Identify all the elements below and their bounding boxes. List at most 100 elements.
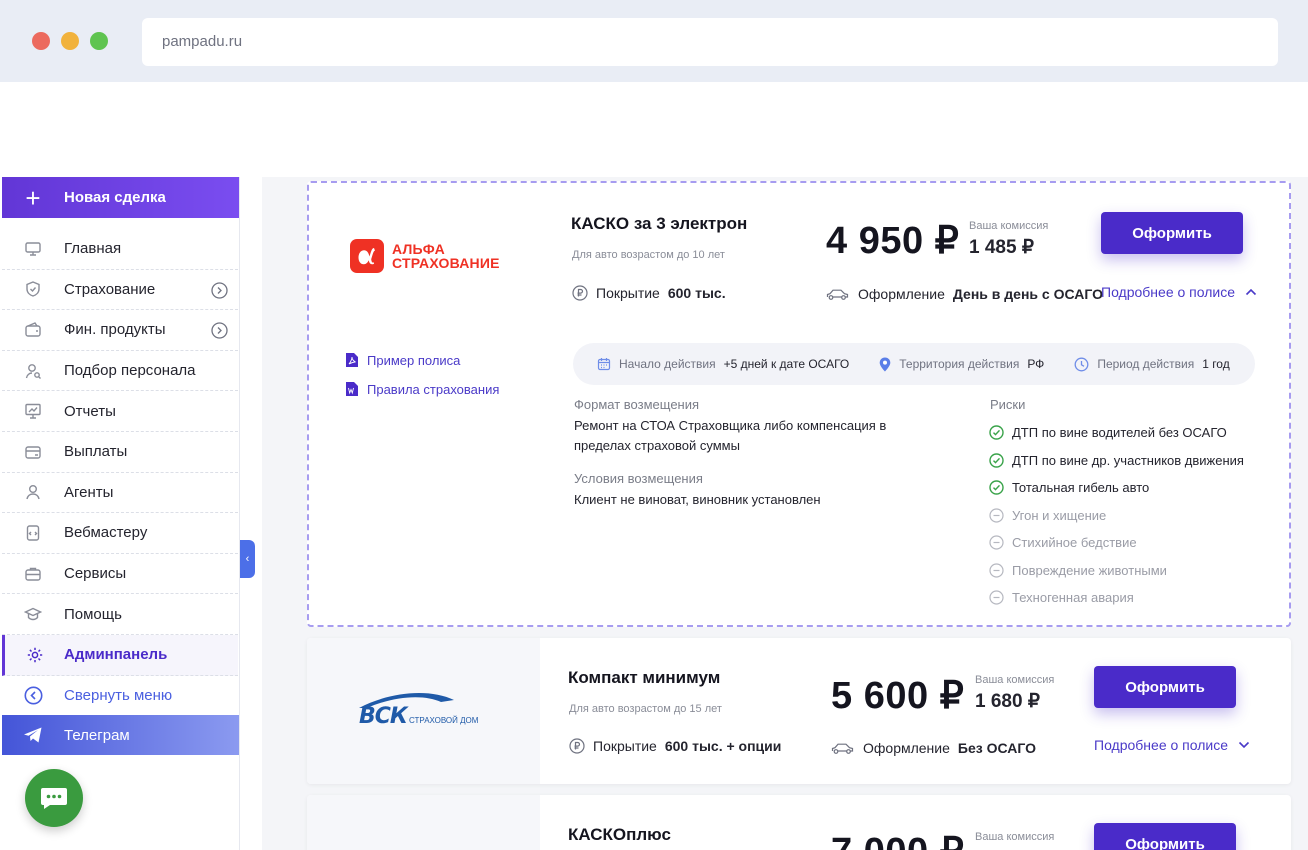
refund-conditions-label: Условия возмещения: [574, 471, 703, 486]
sidebar-item-fin-products[interactable]: Фин. продукты: [2, 310, 238, 351]
info-period: Период действия 1 год: [1074, 357, 1230, 372]
offer-title: КАСКОплюс: [568, 825, 671, 844]
doc-word-icon: [346, 382, 358, 396]
risk-item: Повреждение животными: [989, 563, 1167, 578]
sidebar-item-agents[interactable]: Агенты: [2, 473, 238, 514]
sidebar-item-label: Фин. продукты: [64, 321, 166, 339]
info-start-label: Начало действия: [619, 357, 716, 371]
main-content: АЛЬФА СТРАХОВАНИЕ КАСКО за 3 электрон Дл…: [262, 177, 1308, 850]
vsk-sub: СТРАХОВОЙ ДОМ: [409, 716, 479, 725]
telegram-label: Телеграм: [64, 726, 130, 744]
apply-button[interactable]: Оформить: [1101, 212, 1243, 254]
graduation-icon: [2, 605, 64, 623]
new-deal-button[interactable]: + Новая сделка: [2, 177, 239, 218]
sidebar-item-label: Вебмастеру: [64, 524, 148, 542]
coverage-value: 600 тыс. + опции: [664, 738, 782, 754]
wallet-icon: [2, 321, 64, 339]
risk-item: Стихийное бедствие: [989, 535, 1137, 550]
apply-button[interactable]: Оформить: [1094, 666, 1236, 708]
offer-price: 7 000 ₽: [831, 829, 964, 850]
sidebar-item-reports[interactable]: Отчеты: [2, 391, 238, 432]
chat-button[interactable]: [25, 769, 83, 827]
sidebar-item-payouts[interactable]: Выплаты: [2, 432, 238, 473]
offer-coverage: Покрытие 600 тыс.: [572, 285, 726, 301]
policy-info-bar: Начало действия +5 дней к дате ОСАГО Тер…: [573, 343, 1255, 385]
offer-price: 5 600 ₽: [831, 675, 965, 717]
issue-prefix: Оформление: [858, 286, 945, 302]
company-name-line1: АЛЬФА: [392, 241, 445, 257]
sidebar-collapse-tab[interactable]: ‹: [240, 540, 255, 578]
sidebar-item-admin[interactable]: Админпанель: [2, 634, 238, 676]
offer-card-expanded: АЛЬФА СТРАХОВАНИЕ КАСКО за 3 электрон Дл…: [307, 181, 1291, 627]
pdf-icon: [346, 353, 358, 367]
collapse-tab-glyph: ‹: [245, 553, 250, 565]
policy-details-link[interactable]: Подробнее о полисе: [1101, 284, 1257, 300]
info-start-value: +5 дней к дате ОСАГО: [723, 357, 850, 371]
info-territory: Территория действия РФ: [879, 357, 1044, 372]
risk-label: ДТП по вине др. участников движения: [1012, 453, 1244, 468]
chevron-right-circle-icon: [211, 281, 228, 303]
commission-label: Ваша комиссия: [969, 220, 1049, 232]
location-pin-icon: [879, 357, 891, 371]
chevron-left-circle-icon: [2, 686, 64, 705]
commission-value: 1 485 ₽: [969, 237, 1034, 258]
close-window-button[interactable]: [32, 32, 50, 50]
chat-bubble-icon: [41, 788, 67, 809]
insurance-rules-link[interactable]: Правила страхования: [345, 381, 499, 397]
company-name-line2: СТРАХОВАНИЕ: [392, 255, 500, 271]
sidebar-item-help[interactable]: Помощь: [2, 594, 238, 635]
telegram-icon: [2, 726, 64, 744]
sidebar-item-services[interactable]: Сервисы: [2, 554, 238, 595]
new-deal-label: Новая сделка: [64, 189, 166, 206]
sidebar-item-label: Свернуть меню: [64, 687, 173, 705]
calendar-icon: [597, 358, 611, 371]
browser-chrome: pampadu.ru: [0, 0, 1308, 82]
risk-item: Угон и хищение: [989, 508, 1106, 523]
sample-policy-link[interactable]: Пример полиса: [345, 352, 460, 368]
issue-value: Без ОСАГО: [957, 740, 1037, 756]
info-territory-label: Территория действия: [899, 357, 1020, 371]
minimize-window-button[interactable]: [61, 32, 79, 50]
details-link-label: Подробнее о полисе: [1101, 284, 1236, 300]
sidebar-item-webmaster[interactable]: Вебмастеру: [2, 513, 238, 554]
clock-icon: [1074, 357, 1089, 371]
risk-label: ДТП по вине водителей без ОСАГО: [1012, 425, 1227, 440]
policy-details-link[interactable]: Подробнее о полисе: [1094, 737, 1250, 753]
user-search-icon: [2, 362, 64, 380]
company-logo-area: [307, 795, 540, 850]
commission-label: Ваша комиссия: [975, 674, 1055, 686]
address-bar[interactable]: pampadu.ru: [142, 18, 1278, 66]
check-circle-icon: [989, 453, 1004, 468]
sidebar-item-label: Сервисы: [64, 565, 127, 583]
risk-item: Тотальная гибель авто: [989, 480, 1149, 495]
company-logo-alfa: АЛЬФА СТРАХОВАНИЕ: [350, 239, 500, 273]
coverage-prefix: Покрытие: [593, 738, 657, 754]
risk-label: Тотальная гибель авто: [1012, 480, 1150, 495]
sample-policy-label: Пример полиса: [367, 352, 461, 368]
plus-icon: +: [25, 182, 41, 213]
chevron-up-icon: [1245, 288, 1257, 296]
user-icon: [2, 483, 64, 501]
sidebar-item-telegram[interactable]: Телеграм: [2, 715, 239, 755]
sidebar-item-collapse[interactable]: Свернуть меню: [2, 676, 238, 717]
offer-coverage: Покрытие 600 тыс. + опции: [569, 738, 781, 754]
risk-label: Повреждение животными: [1012, 563, 1167, 578]
ruble-circle-icon: [569, 738, 585, 754]
company-logo-area: ВСК СТРАХОВОЙ ДОМ: [307, 638, 540, 784]
sidebar-item-home[interactable]: Главная: [2, 229, 238, 270]
sidebar-item-label: Агенты: [64, 483, 114, 501]
maximize-window-button[interactable]: [90, 32, 108, 50]
apply-button[interactable]: Оформить: [1094, 823, 1236, 850]
sidebar-item-label: Страхование: [64, 280, 156, 298]
sidebar-menu: Главная Страхование Фин. продукты Подбор…: [2, 229, 238, 716]
info-start: Начало действия +5 дней к дате ОСАГО: [597, 357, 849, 371]
sidebar: + Новая сделка Главная Страхование Фин. …: [0, 177, 240, 850]
car-icon: [826, 289, 849, 300]
sidebar-item-recruiting[interactable]: Подбор персонала: [2, 351, 238, 392]
sidebar-item-label: Выплаты: [64, 443, 128, 461]
sidebar-item-label: Отчеты: [64, 402, 116, 420]
info-period-value: 1 год: [1202, 357, 1230, 371]
ruble-circle-icon: [572, 285, 588, 301]
sidebar-item-insurance[interactable]: Страхование: [2, 270, 238, 311]
minus-circle-icon: [989, 535, 1004, 550]
